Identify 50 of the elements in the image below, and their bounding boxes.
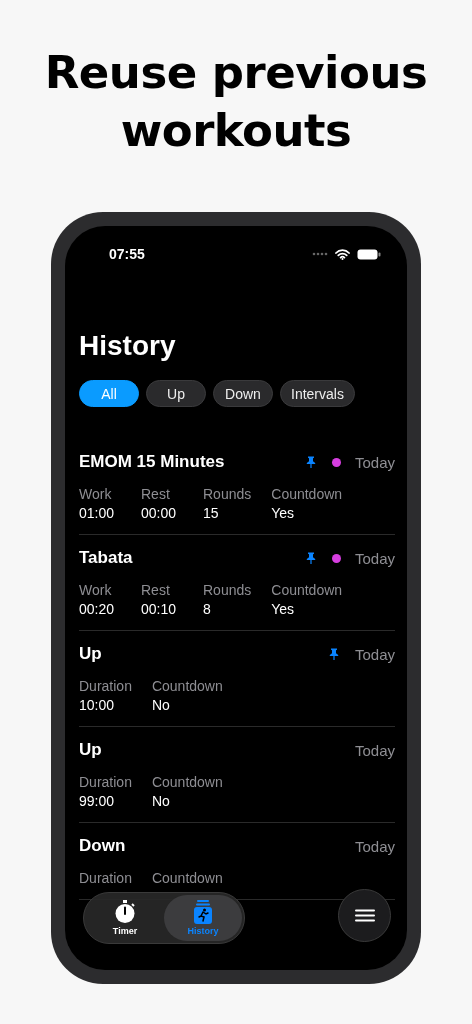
field-value: 99:00: [79, 792, 116, 811]
workout-date: Today: [354, 837, 395, 855]
field-value: 10:00: [79, 696, 116, 715]
field-label: Countdown: [151, 677, 223, 696]
tab-button[interactable]: Timer: [86, 895, 164, 941]
status-time: 07:55: [109, 246, 145, 262]
workout-date: Today: [354, 645, 395, 663]
field-label: Countdown: [271, 485, 343, 504]
field-value: No: [151, 792, 171, 811]
menu-button[interactable]: [338, 889, 391, 942]
battery-icon: [357, 248, 381, 260]
field-label: Work: [79, 485, 113, 504]
field-label: Countdown: [151, 869, 223, 888]
field-value: 00:20: [79, 600, 116, 619]
runner-jar-icon: [194, 900, 212, 924]
field-label: Duration: [79, 869, 132, 888]
menu-icon: [354, 909, 375, 922]
filter-chip[interactable]: Up: [146, 380, 206, 407]
field-value: Yes: [271, 600, 296, 619]
screen-title: History: [79, 330, 177, 362]
field-label: Duration: [79, 773, 132, 792]
field-label: Rounds: [203, 485, 252, 504]
workout-date: Today: [354, 453, 395, 471]
field-label: Rounds: [203, 581, 252, 600]
workout-name: Up: [79, 644, 103, 664]
filter-chip[interactable]: Intervals: [280, 380, 355, 407]
workout-name: EMOM 15 Minutes: [79, 452, 226, 472]
field-label: Duration: [79, 677, 132, 696]
field-value: 01:00: [79, 504, 116, 523]
workout-date: Today: [354, 549, 395, 567]
field-label: Countdown: [151, 773, 223, 792]
field-label: Countdown: [271, 581, 343, 600]
stopwatch-icon: [114, 900, 136, 924]
field-label: Rest: [141, 485, 171, 504]
filter-chip[interactable]: Down: [213, 380, 273, 407]
workout-name: Tabata: [79, 548, 134, 568]
workout-date: Today: [354, 741, 395, 759]
field-value: 15: [203, 504, 220, 523]
signal-icon: [312, 252, 328, 256]
field-label: Work: [79, 581, 113, 600]
wifi-icon: [335, 248, 350, 260]
field-value: Yes: [271, 504, 296, 523]
workout-name: Up: [79, 740, 103, 760]
field-value: 00:10: [141, 600, 178, 619]
headline: Reuse previous workouts: [43, 45, 429, 159]
field-value: No: [151, 696, 171, 715]
field-value: 00:00: [141, 504, 178, 523]
field-label: Rest: [141, 581, 171, 600]
field-value: 8: [203, 600, 212, 619]
workout-name: Down: [79, 836, 127, 856]
